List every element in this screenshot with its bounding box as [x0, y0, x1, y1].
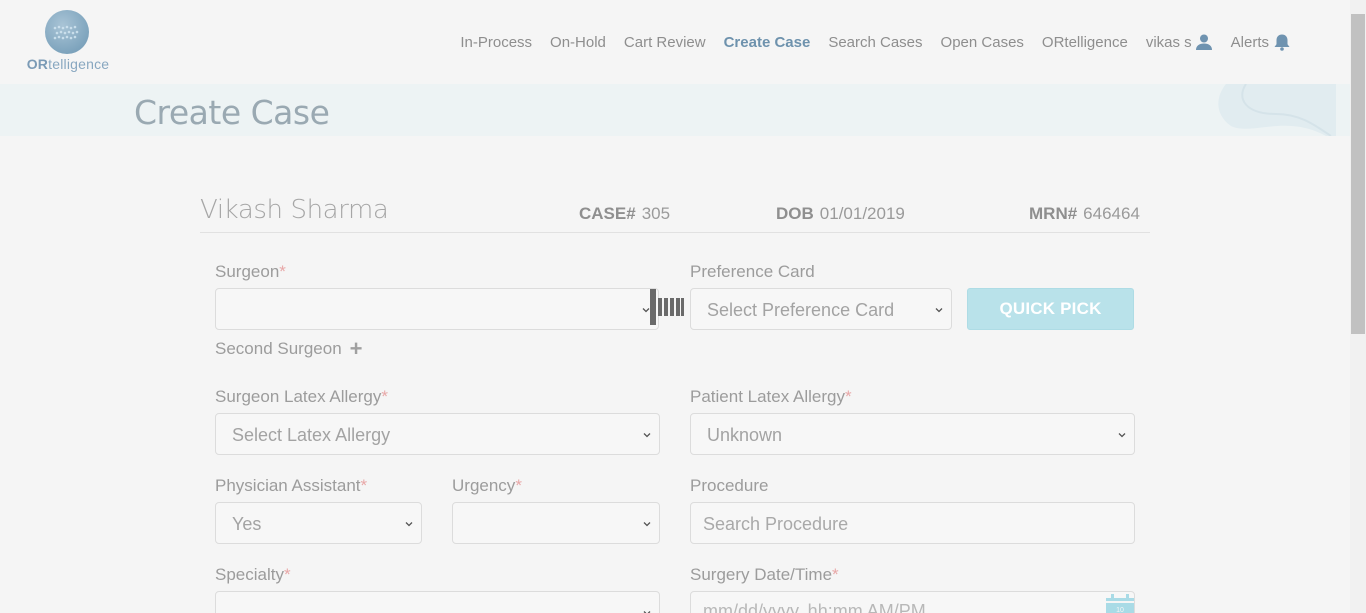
- svg-text:10: 10: [1116, 607, 1124, 613]
- chevron-down-icon: [643, 433, 651, 438]
- user-icon: [1195, 34, 1212, 50]
- nav-cart-review[interactable]: Cart Review: [624, 34, 706, 51]
- patient-name: Vikash Sharma: [200, 195, 389, 225]
- ortelligence-logo[interactable]: ORtelligence: [26, 8, 110, 74]
- chevron-down-icon: [643, 611, 651, 613]
- physician-assistant-select[interactable]: Yes: [215, 502, 422, 544]
- nav-user-menu[interactable]: vikas s: [1146, 34, 1213, 51]
- globe-icon: [45, 10, 89, 54]
- chevron-down-icon: [643, 522, 651, 527]
- patient-latex-allergy-select[interactable]: Unknown: [690, 413, 1135, 455]
- specialty-select[interactable]: [215, 591, 660, 613]
- chevron-down-icon: [1118, 433, 1126, 438]
- preference-card-label: Preference Card: [690, 262, 815, 281]
- user-name: vikas s: [1145, 33, 1192, 51]
- nav-in-process[interactable]: In-Process: [460, 34, 532, 51]
- surgeon-latex-allergy-label: Surgeon Latex Allergy*: [215, 387, 388, 406]
- mrn-number: MRN# 646464: [1029, 204, 1140, 223]
- physician-assistant-label: Physician Assistant*: [215, 476, 368, 495]
- nav-open-cases[interactable]: Open Cases: [941, 34, 1024, 51]
- top-navigation-bar: ORtelligence In-Process On-Hold Cart Rev…: [0, 0, 1350, 84]
- surgeon-select[interactable]: [215, 288, 659, 330]
- procedure-search-input[interactable]: Search Procedure: [690, 502, 1135, 544]
- second-surgeon-label: Second Surgeon: [215, 339, 342, 358]
- barcode-scan-icon[interactable]: [650, 289, 686, 325]
- main-nav: In-Process On-Hold Cart Review Create Ca…: [442, 33, 1292, 51]
- plus-icon: +: [349, 336, 363, 361]
- bell-icon: [1274, 34, 1290, 51]
- nav-search-cases[interactable]: Search Cases: [828, 34, 922, 51]
- preference-card-select[interactable]: Select Preference Card: [690, 288, 952, 330]
- specialty-label: Specialty*: [215, 565, 291, 584]
- calendar-icon[interactable]: 10: [1105, 594, 1135, 613]
- quick-pick-button[interactable]: QUICK PICK: [967, 288, 1134, 330]
- page-title: Create Case: [134, 93, 330, 132]
- page-title-banner: Create Case: [0, 84, 1350, 136]
- procedure-label: Procedure: [690, 476, 769, 495]
- patient-info-bar: Vikash Sharma CASE# 305 DOB 01/01/2019 MRN…: [200, 190, 1150, 233]
- nav-alerts[interactable]: Alerts: [1231, 33, 1292, 51]
- chevron-down-icon: [642, 308, 650, 313]
- add-second-surgeon[interactable]: Second Surgeon +: [215, 336, 363, 361]
- surgeon-latex-allergy-select[interactable]: Select Latex Allergy: [215, 413, 660, 455]
- nav-on-hold[interactable]: On-Hold: [550, 34, 606, 51]
- logo-wordmark: ORtelligence: [26, 56, 110, 72]
- alerts-label: Alerts: [1230, 33, 1269, 51]
- surgeon-label: Surgeon*: [215, 262, 286, 281]
- chevron-down-icon: [405, 522, 413, 527]
- surgery-datetime-input[interactable]: mm/dd/yyyy, hh:mm AM/PM: [690, 591, 1135, 613]
- urgency-select[interactable]: [452, 502, 660, 544]
- surgery-datetime-label: Surgery Date/Time*: [690, 565, 839, 584]
- date-of-birth: DOB 01/01/2019: [776, 204, 905, 223]
- decorative-swoosh: [1218, 84, 1336, 136]
- chevron-down-icon: [935, 308, 943, 313]
- case-number: CASE# 305: [579, 204, 671, 223]
- scrollbar-thumb[interactable]: [1351, 14, 1365, 334]
- nav-create-case[interactable]: Create Case: [724, 34, 811, 51]
- patient-latex-allergy-label: Patient Latex Allergy*: [690, 387, 852, 406]
- urgency-label: Urgency*: [452, 476, 522, 495]
- nav-ortelligence[interactable]: ORtelligence: [1042, 34, 1128, 51]
